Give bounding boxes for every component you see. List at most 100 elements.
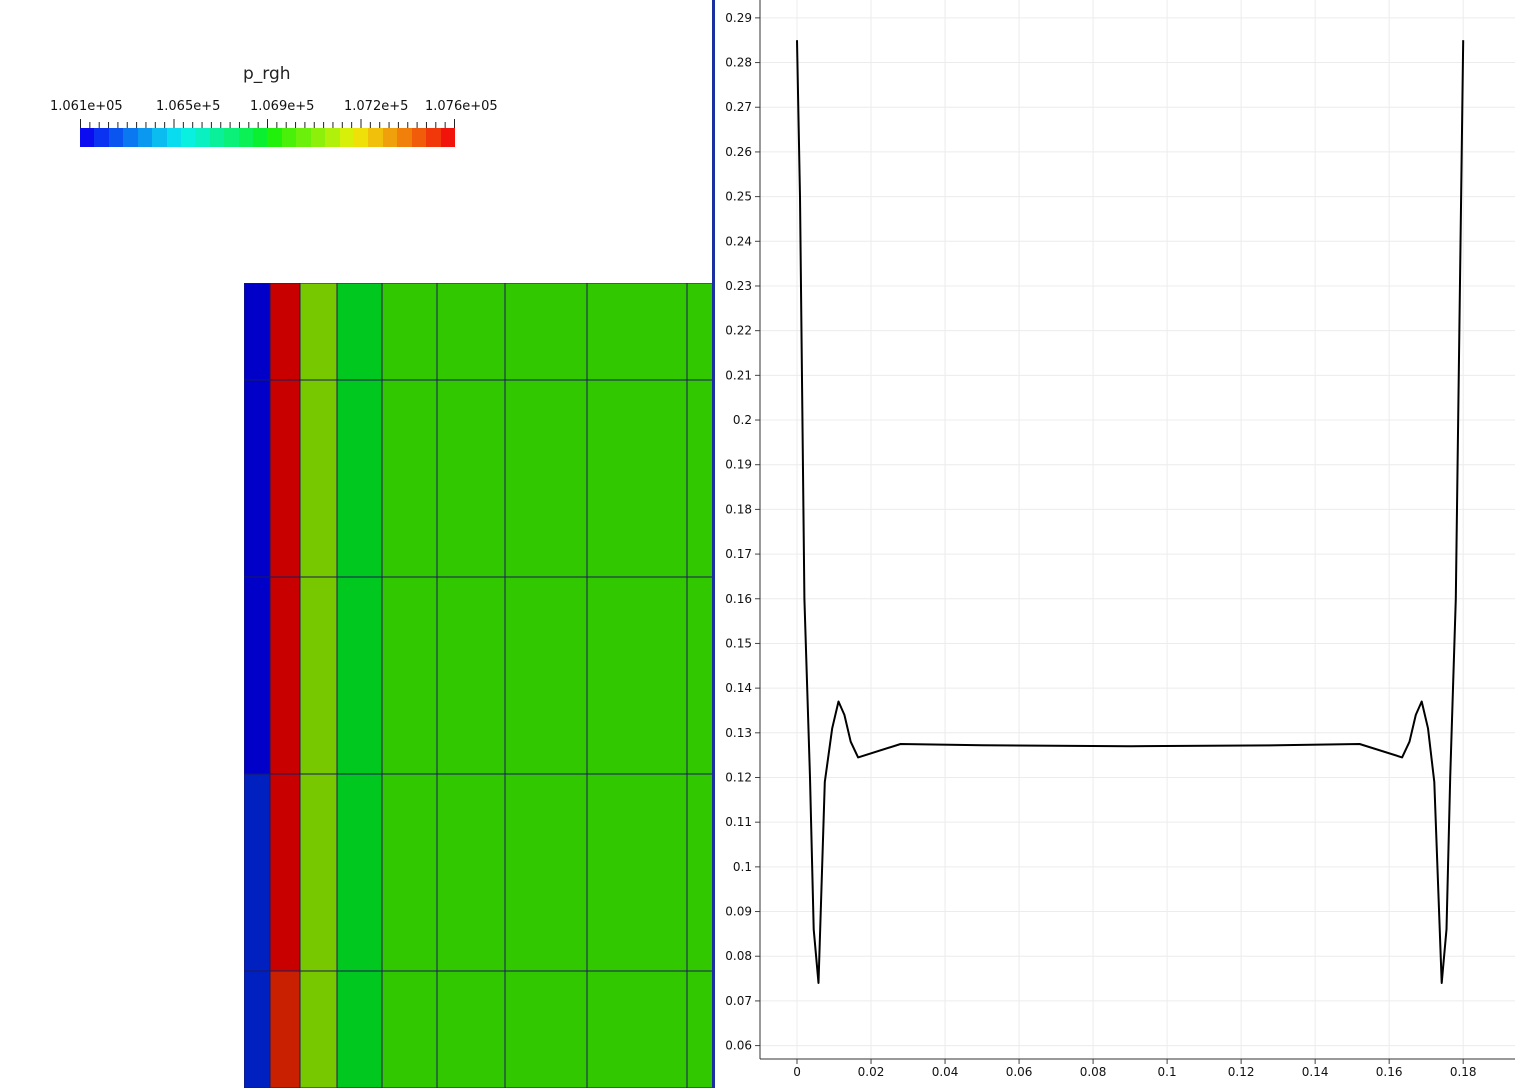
colorbar-swatch [224, 128, 239, 147]
mesh-cell [504, 576, 588, 775]
y-tick-label: 0.23 [725, 279, 752, 293]
y-tick-label: 0.16 [725, 592, 752, 606]
axes [755, 0, 1515, 1064]
colorbar-swatch [80, 128, 95, 147]
mesh-cell [586, 773, 688, 972]
mesh-cell [336, 283, 383, 381]
colorbar-swatch [281, 128, 297, 147]
mesh-cell [586, 576, 688, 775]
mesh-cell [299, 970, 338, 1088]
colorbar-swatch [253, 128, 268, 147]
x-tick-label: 0.16 [1376, 1065, 1403, 1079]
mesh-cell [436, 283, 506, 381]
mesh-cell [244, 283, 271, 381]
mesh-cell [686, 379, 712, 578]
colorbar-swatch [296, 128, 311, 147]
y-tick-label: 0.15 [725, 636, 752, 650]
colorbar-swatch [238, 128, 254, 147]
line-chart-view[interactable]: 0.06 0.07 0.08 0.09 0.1 0.11 0.12 0.13 0.14 0.15 0… [715, 0, 1523, 1088]
mesh-cell [299, 379, 338, 578]
x-tick-label: 0.12 [1228, 1065, 1255, 1079]
mesh-cell [686, 970, 712, 1088]
mesh-cell [244, 773, 271, 972]
y-tick-label: 0.1 [733, 860, 752, 874]
y-tick-label: 0.19 [725, 458, 752, 472]
mesh-cell [686, 773, 712, 972]
mesh-cell [336, 576, 383, 775]
mesh-cell [269, 576, 301, 775]
y-tick-label: 0.22 [725, 324, 752, 338]
color-legend-bar [80, 128, 455, 147]
colorbar-tick-label: 1.061e+05 [50, 99, 123, 114]
y-tick-label: 0.09 [725, 905, 752, 919]
series-layer [796, 40, 1465, 984]
colorbar-swatch [339, 128, 355, 147]
colorbar-swatch [354, 128, 369, 147]
y-tick-label: 0.11 [725, 815, 752, 829]
mesh-cell [299, 283, 338, 381]
y-tick-label: 0.18 [725, 502, 752, 516]
x-tick-label: 0.04 [932, 1065, 959, 1079]
mesh-cell [299, 773, 338, 972]
mesh-cell [269, 970, 301, 1088]
mesh-cell [586, 379, 688, 578]
mesh-cell [336, 379, 383, 578]
y-tick-label: 0.29 [725, 11, 752, 25]
mesh-cell [504, 773, 588, 972]
y-tick-label: 0.08 [725, 949, 752, 963]
colorbar-swatch [166, 128, 181, 147]
colorbar-swatch [195, 128, 210, 147]
line-chart: 0.06 0.07 0.08 0.09 0.1 0.11 0.12 0.13 0.14 0.15 0… [725, 0, 1515, 1079]
colorbar-swatch [397, 128, 412, 147]
colorbar-tick-label: 1.072e+5 [344, 99, 409, 114]
mesh-cell [244, 576, 271, 775]
colorbar-swatch [94, 128, 109, 147]
render-view-left[interactable]: p_rgh 1.061e+05 1.065e+5 1.069e+5 1.072e… [0, 0, 712, 1088]
mesh-cell [269, 283, 301, 381]
mesh-cell [586, 970, 688, 1088]
colorbar-swatch [108, 128, 124, 147]
mesh-cell [586, 283, 688, 381]
colorbar-swatch [440, 128, 455, 147]
mesh-cell [336, 970, 383, 1088]
x-tick-label: 0 [793, 1065, 801, 1079]
mesh-cell [436, 576, 506, 775]
colorbar-swatch [267, 128, 282, 147]
mesh-cell [381, 576, 438, 775]
mesh-slice[interactable] [244, 283, 712, 1088]
x-tick-label: 0.06 [1006, 1065, 1033, 1079]
y-tick-label: 0.28 [725, 56, 752, 70]
mesh-cell [381, 379, 438, 578]
grid-lines [760, 0, 1515, 1059]
x-tick-label: 0.02 [858, 1065, 885, 1079]
x-tick-label: 0.1 [1158, 1065, 1177, 1079]
colorbar-swatch [180, 128, 196, 147]
y-tick-label: 0.14 [725, 681, 752, 695]
colorbar-swatch [310, 128, 326, 147]
mesh-cell [686, 576, 712, 775]
y-tick-label: 0.06 [725, 1039, 752, 1053]
mesh-cell [299, 576, 338, 775]
mesh-cell [244, 379, 271, 578]
colorbar-swatch [382, 128, 398, 147]
colorbar-tick-label: 1.069e+5 [250, 99, 315, 114]
mesh-cell [244, 970, 271, 1088]
x-tick-label: 0.14 [1302, 1065, 1329, 1079]
mesh-cell [504, 379, 588, 578]
mesh-cell [269, 379, 301, 578]
mesh-cell [269, 773, 301, 972]
y-tick-label: 0.12 [725, 770, 752, 784]
colorbar-swatch [368, 128, 383, 147]
colorbar-tick-label: 1.065e+5 [156, 99, 221, 114]
mesh-cell [381, 283, 438, 381]
mesh-cell [686, 283, 712, 381]
mesh-cell [504, 283, 588, 381]
colorbar-tick-label: 1.076e+05 [425, 99, 498, 114]
colorbar-title: p_rgh [243, 64, 291, 84]
colorbar-swatch [426, 128, 441, 147]
mesh-cell [336, 773, 383, 972]
y-tick-label: 0.13 [725, 726, 752, 740]
y-tick-label: 0.2 [733, 413, 752, 427]
y-tick-label: 0.07 [725, 994, 752, 1008]
colorbar-swatch [152, 128, 167, 147]
